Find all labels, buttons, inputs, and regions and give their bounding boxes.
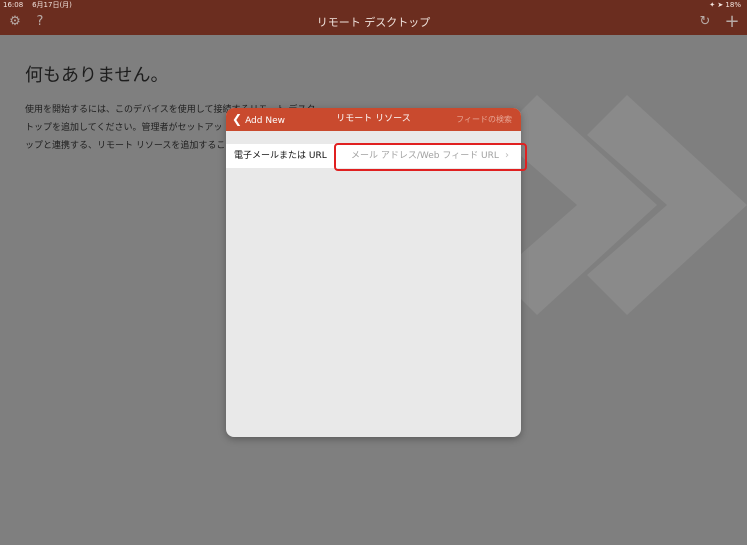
email-url-row: 電子メールまたは URL メール アドレス/Web フィード URL › — [226, 144, 521, 168]
email-url-field[interactable]: メール アドレス/Web フィード URL › — [334, 144, 516, 168]
status-bar: 16:08 6月17日(月) ✦ ➤ 18% — [0, 0, 747, 10]
plus-icon[interactable]: + — [724, 13, 740, 31]
status-time-date: 16:08 6月17日(月) — [3, 0, 72, 10]
status-time: 16:08 — [3, 1, 24, 9]
empty-state-heading: 何もありません。 — [25, 65, 169, 86]
feed-search-button[interactable]: フィードの検索 — [456, 108, 512, 131]
dialog-header: ❮ Add New リモート リソース フィードの検索 — [226, 108, 521, 131]
email-url-label: 電子メールまたは URL — [234, 151, 327, 161]
refresh-icon[interactable]: ↻ — [697, 14, 713, 30]
app-title: リモート デスクトップ — [316, 16, 431, 29]
add-remote-resource-dialog: ❮ Add New リモート リソース フィードの検索 電子メールまたは URL … — [226, 108, 521, 437]
chevron-right-icon: › — [505, 150, 509, 161]
top-navbar: ⚙ ? リモート デスクトップ ↻ + — [0, 10, 747, 35]
status-date: 6月17日(月) — [32, 1, 72, 9]
email-url-placeholder: メール アドレス/Web フィード URL — [351, 151, 499, 161]
status-indicators: ✦ ➤ 18% — [709, 1, 741, 9]
